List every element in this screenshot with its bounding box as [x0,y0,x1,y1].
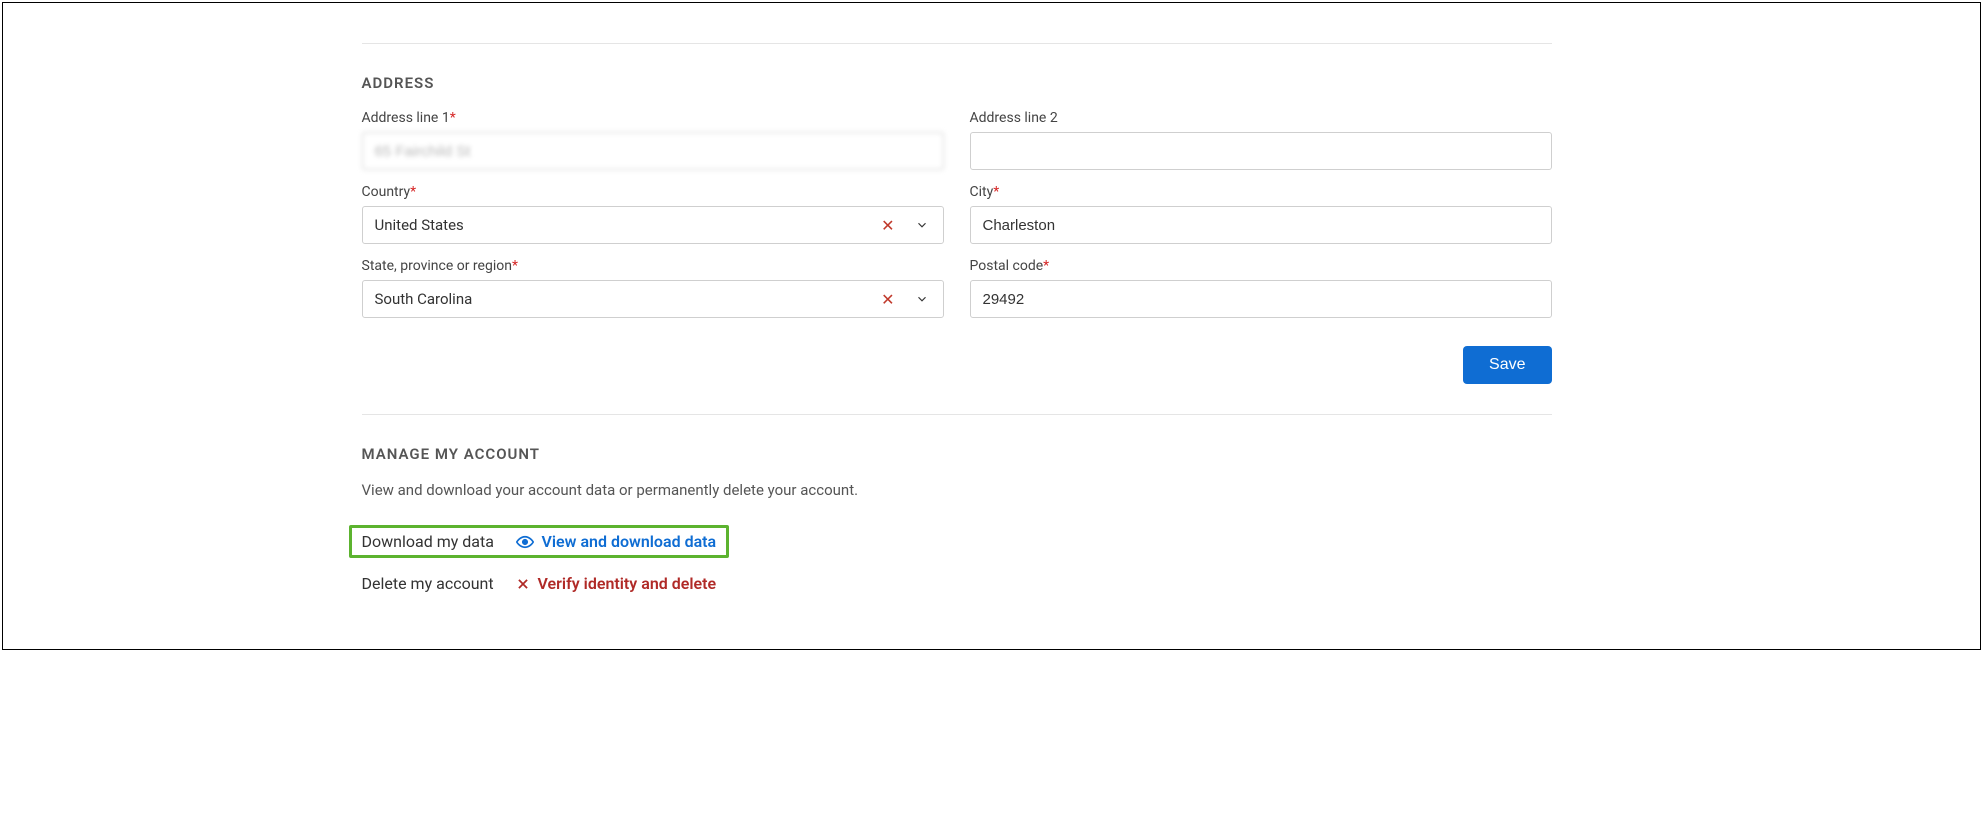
field-address-line1: Address line 1* [362,110,944,170]
required-marker: * [993,184,999,200]
field-city: City* [970,184,1552,244]
field-state: State, province or region* South Carolin… [362,258,944,318]
eye-icon [516,533,534,551]
download-data-row: Download my data View and download data [362,517,1552,566]
required-marker: * [512,258,518,274]
state-select[interactable]: South Carolina ✕ [362,280,944,318]
clear-icon[interactable]: ✕ [871,290,904,309]
verify-delete-link[interactable]: Verify identity and delete [516,574,717,593]
city-input[interactable] [970,206,1552,244]
postal-input[interactable] [970,280,1552,318]
required-marker: * [1043,258,1049,274]
country-label: Country* [362,184,944,200]
row-state-postal: State, province or region* South Carolin… [362,258,1552,318]
highlight-download: Download my data View and download data [349,525,730,558]
required-marker: * [450,110,456,126]
address-line1-input[interactable] [362,132,944,170]
manage-heading: MANAGE MY ACCOUNT [362,445,1552,463]
postal-label-text: Postal code [970,258,1044,274]
content-area: ADDRESS Address line 1* Address line 2 C… [332,3,1652,601]
city-label-text: City [970,184,994,200]
delete-label: Delete my account [362,574,502,593]
delete-account-row: Delete my account Verify identity and de… [362,566,1552,601]
manage-subtext: View and download your account data or p… [362,481,1552,499]
address-line1-label-text: Address line 1 [362,110,450,126]
postal-label: Postal code* [970,258,1552,274]
window-frame: ADDRESS Address line 1* Address line 2 C… [2,2,1981,650]
view-download-text: View and download data [542,532,717,551]
state-label-text: State, province or region [362,258,512,274]
address-line2-input[interactable] [970,132,1552,170]
state-label: State, province or region* [362,258,944,274]
chevron-down-icon[interactable] [905,218,943,232]
country-select[interactable]: United States ✕ [362,206,944,244]
divider-top [362,43,1552,44]
save-button[interactable]: Save [1463,346,1551,384]
chevron-down-icon[interactable] [905,292,943,306]
field-address-line2: Address line 2 [970,110,1552,170]
field-country: Country* United States ✕ [362,184,944,244]
verify-delete-text: Verify identity and delete [538,574,717,593]
city-label: City* [970,184,1552,200]
row-address-lines: Address line 1* Address line 2 [362,110,1552,170]
row-country-city: Country* United States ✕ City* [362,184,1552,244]
field-postal: Postal code* [970,258,1552,318]
divider-manage [362,414,1552,415]
address-line1-label: Address line 1* [362,110,944,126]
download-label: Download my data [362,532,502,551]
country-label-text: Country [362,184,411,200]
address-line2-label: Address line 2 [970,110,1552,126]
save-row: Save [362,346,1552,384]
state-select-value: South Carolina [375,290,872,308]
address-heading: ADDRESS [362,74,1552,92]
country-select-value: United States [375,216,872,234]
required-marker: * [410,184,416,200]
clear-icon[interactable]: ✕ [871,216,904,235]
settings-card: ADDRESS Address line 1* Address line 2 C… [312,3,1672,631]
close-icon [516,577,530,591]
view-download-link[interactable]: View and download data [516,532,717,551]
